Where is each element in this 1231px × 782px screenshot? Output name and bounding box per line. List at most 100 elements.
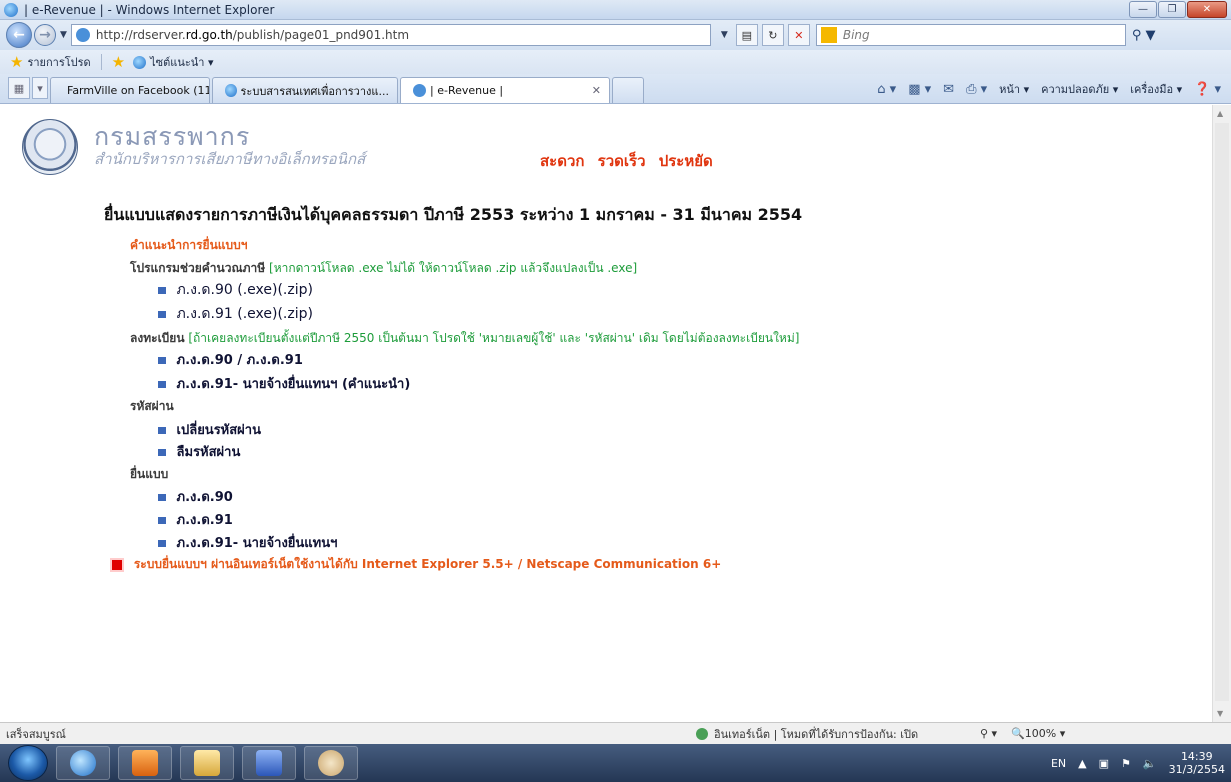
zoom-control[interactable]: ⚲ ▾ 🔍100% ▾ [980, 727, 1065, 740]
instructions-link[interactable]: คำแนะนำการยื่นแบบฯ [130, 238, 247, 252]
minimize-button[interactable]: — [1129, 1, 1157, 18]
mail-icon[interactable]: ✉ [943, 82, 954, 97]
close-button[interactable]: ✕ [1187, 1, 1227, 18]
tab-label: FarmVille on Facebook (11) [67, 84, 210, 97]
tools-menu[interactable]: เครื่องมือ ▾ [1130, 80, 1182, 98]
tab-e-revenue[interactable]: | e-Revenue | ✕ [400, 77, 610, 103]
favorites-button[interactable]: รายการโปรด [27, 53, 90, 71]
window-controls: — ❐ ✕ [1129, 1, 1227, 18]
file-pnd91-employer-link[interactable]: ภ.ง.ด.91- นายจ้างยื่นแทนฯ [177, 536, 338, 551]
bullet-icon [158, 494, 166, 501]
forward-button[interactable]: → [34, 24, 56, 46]
download-zip-link[interactable]: (.zip) [277, 282, 313, 298]
taskbar: EN ▲ ▣ ⚑ 🔈 14:39 31/3/2554 [0, 744, 1231, 782]
window-title: | e-Revenue | - Windows Internet Explore… [24, 2, 275, 17]
register-label: ลงทะเบียน [130, 331, 185, 345]
list-item[interactable]: ภ.ง.ด.91- นายจ้างยื่นแทนฯ [158, 532, 337, 553]
page-title: ยื่นแบบแสดงรายการภาษีเงินได้บุคคลธรรมดา … [104, 205, 803, 224]
browser-note: ระบบยื่นแบบฯ ผ่านอินเทอร์เน็ตใช้งานได้กั… [133, 557, 722, 571]
vertical-scrollbar[interactable]: ▲ ▼ [1212, 105, 1231, 722]
back-button[interactable]: ← [6, 22, 32, 48]
list-item[interactable]: ภ.ง.ด.91- นายจ้างยื่นแทนฯ (คำแนะนำ) [158, 373, 410, 394]
bullet-icon [158, 381, 166, 388]
calc-program-note: [หากดาวน์โหลด .exe ไม่ได้ ให้ดาวน์โหลด .… [269, 261, 638, 275]
list-item[interactable]: ภ.ง.ด.90 / ภ.ง.ด.91 [158, 349, 303, 370]
list-item[interactable]: เปลี่ยนรหัสผ่าน [158, 419, 261, 440]
clock-date: 31/3/2554 [1168, 763, 1225, 776]
register-link-pnd90-91[interactable]: ภ.ง.ด.90 / ภ.ง.ด.91 [177, 353, 303, 368]
file-pnd91-link[interactable]: ภ.ง.ด.91 [177, 513, 233, 528]
feeds-icon[interactable]: ▩ ▾ [908, 82, 931, 97]
tab-farmville[interactable]: FarmVille on Facebook (11) [50, 77, 210, 103]
internet-explorer-icon [70, 750, 96, 776]
word-icon [256, 750, 282, 776]
maximize-button[interactable]: ❐ [1158, 1, 1186, 18]
network-icon[interactable]: ▣ [1099, 757, 1109, 770]
security-zone[interactable]: อินเทอร์เน็ต | โหมดที่ได้รับการป้องกัน: … [696, 725, 918, 743]
list-item: ภ.ง.ด.91 (.exe)(.zip) [158, 303, 313, 325]
bullet-icon [158, 286, 166, 294]
bullet-icon [158, 310, 166, 318]
language-indicator[interactable]: EN [1051, 757, 1066, 770]
calc-program-label: โปรแกรมช่วยคำนวณภาษี [130, 261, 266, 275]
help-icon[interactable]: ❓ ▾ [1194, 82, 1221, 97]
print-icon[interactable]: ⎙ ▾ [966, 82, 987, 97]
register-row: ลงทะเบียน [ถ้าเคยลงทะเบียนตั้งแต่ปีภาษี … [130, 329, 799, 348]
list-item: ภ.ง.ด.90 (.exe)(.zip) [158, 279, 313, 301]
taskbar-media-player[interactable] [118, 746, 172, 780]
scroll-down-icon[interactable]: ▼ [1217, 709, 1223, 718]
history-dropdown-icon[interactable]: ▼ [60, 30, 67, 40]
start-button[interactable] [8, 745, 48, 781]
address-row: ← → ▼ http://rdserver. rd.go.th/publish/p… [0, 20, 1231, 50]
register-link-employer[interactable]: ภ.ง.ด.91- นายจ้างยื่นแทนฯ (คำแนะนำ) [177, 377, 411, 392]
tab-list-dropdown-icon[interactable]: ▾ [32, 77, 48, 99]
list-item[interactable]: ภ.ง.ด.90 [158, 486, 233, 507]
scroll-up-icon[interactable]: ▲ [1217, 109, 1223, 118]
internet-explorer-icon [4, 2, 18, 17]
safety-menu[interactable]: ความปลอดภัย ▾ [1041, 80, 1118, 98]
password-label: รหัสผ่าน [130, 399, 174, 413]
stop-icon[interactable]: ✕ [787, 24, 810, 46]
quick-tabs-icon[interactable]: ▦ [8, 77, 30, 99]
download-exe-link[interactable]: (.exe) [237, 282, 277, 298]
favorites-star-icon[interactable]: ★ [10, 53, 23, 71]
address-input[interactable]: http://rdserver. rd.go.th/publish/page01_… [70, 24, 711, 46]
search-input[interactable]: Bing [815, 24, 1126, 46]
download-exe-link[interactable]: (.exe) [237, 306, 277, 322]
suggested-sites-icon [133, 55, 147, 69]
list-item[interactable]: ภ.ง.ด.91 [158, 509, 233, 530]
page-content: กรมสรรพากร สำนักบริหารการเสียภาษีทางอิเล… [8, 105, 1212, 722]
change-password-link[interactable]: เปลี่ยนรหัสผ่าน [177, 423, 261, 438]
clock-time: 14:39 [1180, 750, 1213, 763]
taskbar-internet-explorer[interactable] [56, 746, 110, 780]
status-bar: เสร็จสมบูรณ์ อินเทอร์เน็ต | โหมดที่ได้รั… [0, 722, 1231, 744]
add-favorite-icon[interactable]: ★ [112, 53, 125, 71]
tab-information-system[interactable]: ระบบสารสนเทศเพื่อการวางแ... [212, 77, 398, 103]
suggested-sites-button[interactable]: ไซต์แนะนำ ▾ [150, 53, 213, 71]
search-icon[interactable]: ⚲ ▼ [1132, 28, 1156, 43]
taskbar-word[interactable] [242, 746, 296, 780]
taskbar-paint[interactable] [304, 746, 358, 780]
home-icon[interactable]: ⌂ ▾ [877, 82, 896, 97]
list-item[interactable]: ลืมรหัสผ่าน [158, 441, 240, 462]
window-title-bar[interactable]: | e-Revenue | - Windows Internet Explore… [0, 0, 1231, 20]
taskbar-explorer[interactable] [180, 746, 234, 780]
volume-icon[interactable]: 🔈 [1143, 757, 1157, 770]
url-dropdown-icon[interactable]: ▼ [721, 30, 728, 40]
file-pnd90-link[interactable]: ภ.ง.ด.90 [177, 490, 233, 505]
clock[interactable]: 14:39 31/3/2554 [1169, 750, 1225, 776]
page-menu[interactable]: หน้า ▾ [999, 80, 1029, 98]
close-tab-icon[interactable]: ✕ [592, 84, 601, 97]
action-center-icon[interactable]: ⚑ [1121, 757, 1131, 770]
download-zip-link[interactable]: (.zip) [277, 306, 313, 322]
scroll-thumb[interactable] [1215, 123, 1229, 701]
new-tab-button[interactable] [612, 77, 644, 103]
tab-bar: ▦ ▾ FarmVille on Facebook (11) ระบบสารสน… [0, 74, 1231, 104]
separator [100, 54, 102, 70]
forgot-password-link[interactable]: ลืมรหัสผ่าน [177, 445, 241, 460]
calc-program-row: โปรแกรมช่วยคำนวณภาษี [หากดาวน์โหลด .exe … [130, 259, 637, 278]
compatibility-view-icon[interactable]: ▤ [735, 24, 758, 46]
browser-note-row: ระบบยื่นแบบฯ ผ่านอินเทอร์เน็ตใช้งานได้กั… [110, 555, 721, 574]
refresh-icon[interactable]: ↻ [761, 24, 784, 46]
show-hidden-icons-icon[interactable]: ▲ [1078, 757, 1086, 770]
